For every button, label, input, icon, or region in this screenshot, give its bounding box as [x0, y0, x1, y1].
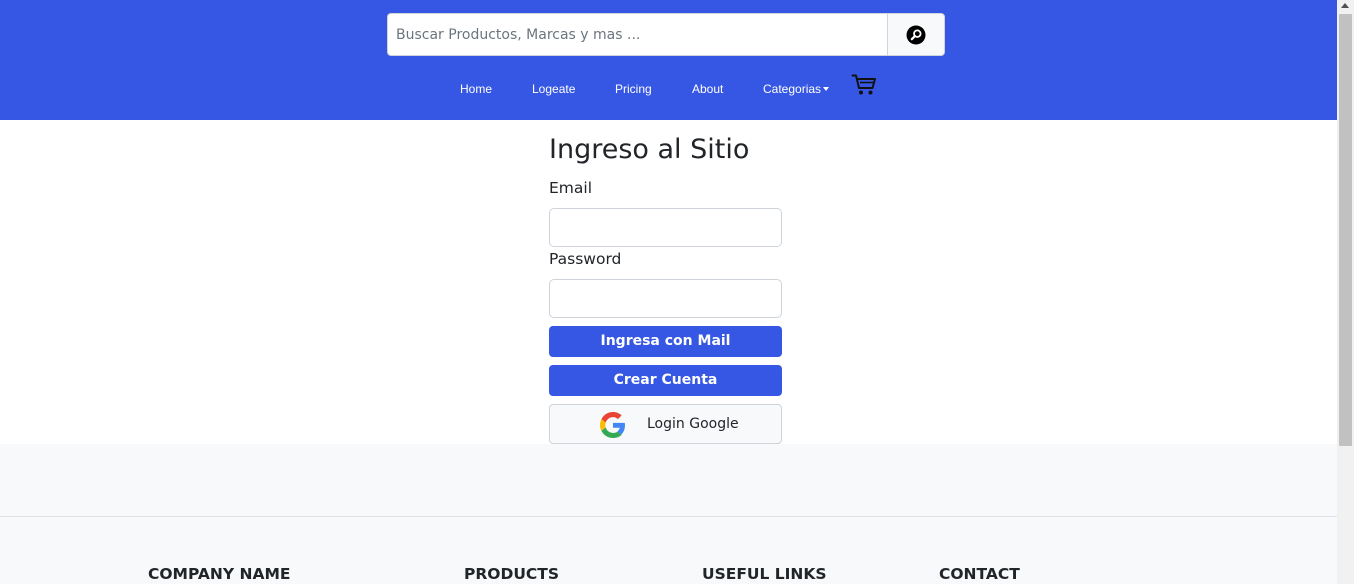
create-account-button[interactable]: Crear Cuenta — [549, 365, 782, 396]
search-button[interactable] — [887, 13, 945, 56]
caret-down-icon — [823, 86, 830, 91]
footer-heading-contact: CONTACT — [939, 565, 1020, 583]
scroll-up-arrow-icon[interactable] — [1341, 3, 1349, 8]
search-input[interactable] — [387, 13, 887, 56]
nav-categorias-dropdown[interactable]: Categorias — [763, 74, 830, 104]
email-field[interactable] — [549, 208, 782, 247]
scrollbar-thumb[interactable] — [1339, 14, 1352, 446]
nav-logeate[interactable]: Logeate — [532, 74, 575, 104]
main-nav: Home Logeate Pricing About Categorias — [0, 74, 1337, 104]
nav-pricing[interactable]: Pricing — [615, 74, 652, 104]
nav-categorias-label: Categorias — [763, 82, 822, 96]
cart-icon[interactable] — [851, 72, 877, 98]
nav-about[interactable]: About — [692, 74, 723, 104]
footer-heading-products: PRODUCTS — [464, 565, 560, 583]
footer-divider — [0, 516, 1337, 517]
search-bar — [387, 13, 945, 56]
footer-heading-company: COMPANY NAME — [148, 565, 291, 583]
login-mail-button[interactable]: Ingresa con Mail — [549, 326, 782, 357]
email-label: Email — [549, 179, 593, 197]
search-icon — [906, 25, 926, 44]
footer — [0, 444, 1337, 584]
footer-heading-useful-links: USEFUL LINKS — [702, 565, 827, 583]
google-login-label: Login Google — [647, 416, 739, 432]
google-login-button[interactable]: Login Google — [549, 404, 782, 444]
top-navbar: Home Logeate Pricing About Categorias — [0, 0, 1337, 120]
nav-home[interactable]: Home — [460, 74, 492, 104]
page-scrollbar[interactable] — [1337, 0, 1354, 584]
password-label: Password — [549, 250, 622, 268]
google-logo-icon — [600, 412, 625, 438]
page-title: Ingreso al Sitio — [549, 134, 750, 165]
password-field[interactable] — [549, 279, 782, 318]
